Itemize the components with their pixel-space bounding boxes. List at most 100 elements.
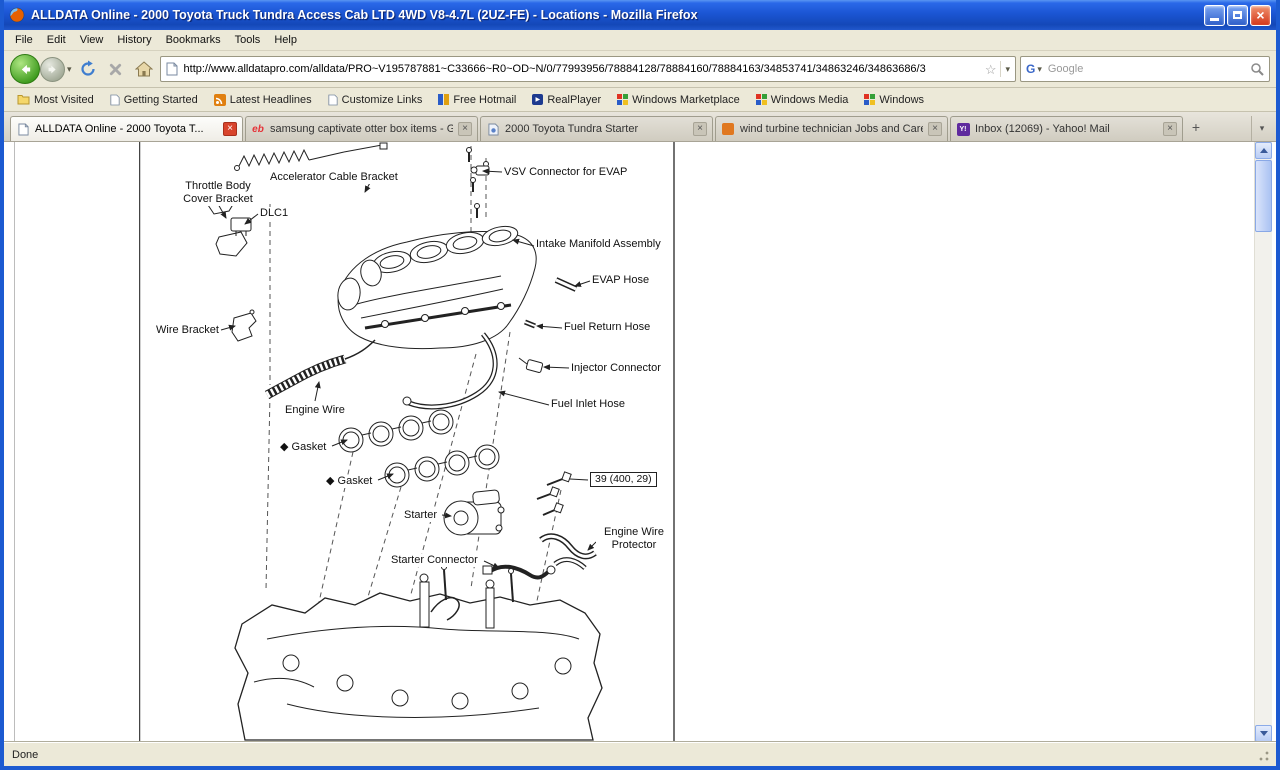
diagram-label-engine-wire: Engine Wire xyxy=(285,404,345,417)
maximize-button[interactable] xyxy=(1227,5,1248,26)
home-icon xyxy=(135,61,153,77)
bookmark-label: Latest Headlines xyxy=(230,94,312,106)
bookmark-label: Free Hotmail xyxy=(453,94,516,106)
diagram-label-starter: Starter xyxy=(404,509,437,522)
search-magnifier-icon[interactable] xyxy=(1250,62,1264,76)
url-input[interactable] xyxy=(182,62,981,76)
close-button[interactable]: × xyxy=(1250,5,1271,26)
forward-arrow-icon xyxy=(47,64,58,75)
google-engine-icon[interactable]: G xyxy=(1026,62,1035,76)
windows-flag-icon xyxy=(617,94,628,105)
tab-bar: ALLDATA Online - 2000 Toyota T... × eb s… xyxy=(4,112,1276,142)
tab-close-icon[interactable]: × xyxy=(1163,122,1177,136)
tab-label: 2000 Toyota Tundra Starter xyxy=(505,123,688,135)
back-button[interactable] xyxy=(10,54,40,84)
menu-history[interactable]: History xyxy=(110,31,158,49)
tab-yahoo-mail[interactable]: Y! Inbox (12069) - Yahoo! Mail × xyxy=(950,116,1183,141)
menu-tools[interactable]: Tools xyxy=(228,31,268,49)
bookmark-windows[interactable]: Windows xyxy=(857,92,931,108)
site-favicon xyxy=(166,62,178,76)
bookmark-label: Most Visited xyxy=(34,94,94,106)
bookmark-free-hotmail[interactable]: Free Hotmail xyxy=(431,92,523,108)
tab-tundra-starter[interactable]: 2000 Toyota Tundra Starter × xyxy=(480,116,713,141)
menu-help[interactable]: Help xyxy=(267,31,304,49)
diagram-label-accelerator-cable-bracket: Accelerator Cable Bracket xyxy=(270,171,398,184)
resize-grip[interactable] xyxy=(1258,750,1270,762)
diagram-label-fuel-inlet-hose: Fuel Inlet Hose xyxy=(551,398,625,411)
scrollbar-thumb[interactable] xyxy=(1255,160,1272,232)
tab-close-icon[interactable]: × xyxy=(458,122,472,136)
menu-bookmarks[interactable]: Bookmarks xyxy=(159,31,228,49)
bookmark-windows-media[interactable]: Windows Media xyxy=(749,92,856,108)
bookmark-latest-headlines[interactable]: Latest Headlines xyxy=(207,92,319,108)
jobs-site-favicon xyxy=(721,122,735,136)
menu-view[interactable]: View xyxy=(73,31,111,49)
vertical-scrollbar[interactable] xyxy=(1254,142,1272,742)
scroll-down-button[interactable] xyxy=(1255,725,1272,742)
windows-flag-icon xyxy=(864,94,875,105)
diagram-ref-callout: 39 (400, 29) xyxy=(590,472,657,487)
bookmark-label: Windows xyxy=(879,94,924,106)
diagram-label-injector-connector: Injector Connector xyxy=(571,362,661,375)
tab-close-icon[interactable]: × xyxy=(928,122,942,136)
bookmark-label: Getting Started xyxy=(124,94,198,106)
search-bar[interactable]: G ▾ xyxy=(1020,56,1270,82)
diagram-label-fuel-return-hose: Fuel Return Hose xyxy=(564,321,650,334)
tab-label: wind turbine technician Jobs and Care... xyxy=(740,123,923,135)
diagram-label-intake-manifold: Intake Manifold Assembly xyxy=(536,238,661,251)
reload-icon xyxy=(79,60,97,78)
search-input[interactable] xyxy=(1046,62,1246,76)
page-icon xyxy=(328,94,338,106)
diagram-label-throttle-body-cover-bracket: Throttle Body Cover Bracket xyxy=(176,180,260,206)
location-bar[interactable]: ☆ ▾ xyxy=(160,56,1016,82)
minimize-icon xyxy=(1210,18,1219,21)
firefox-window: ALLDATA Online - 2000 Toyota Truck Tundr… xyxy=(0,0,1280,770)
menu-edit[interactable]: Edit xyxy=(40,31,73,49)
tab-alldata[interactable]: ALLDATA Online - 2000 Toyota T... × xyxy=(10,116,243,141)
bookmark-star-icon[interactable]: ☆ xyxy=(985,63,997,76)
titlebar[interactable]: ALLDATA Online - 2000 Toyota Truck Tundr… xyxy=(4,0,1276,30)
diagram-label-gasket-2: ◆ Gasket xyxy=(326,475,372,488)
tab-wind-turbine-jobs[interactable]: wind turbine technician Jobs and Care...… xyxy=(715,116,948,141)
scroll-down-icon xyxy=(1260,731,1268,736)
bookmark-getting-started[interactable]: Getting Started xyxy=(103,92,205,108)
reload-button[interactable] xyxy=(76,57,100,81)
minimize-button[interactable] xyxy=(1204,5,1225,26)
diagram-label-engine-wire-protector: Engine Wire Protector xyxy=(596,526,672,552)
search-engine-dropdown[interactable]: ▾ xyxy=(1037,64,1042,75)
tab-close-icon[interactable]: × xyxy=(223,122,237,136)
home-button[interactable] xyxy=(132,57,156,81)
bookmark-windows-marketplace[interactable]: Windows Marketplace xyxy=(610,92,747,108)
folder-icon xyxy=(17,94,30,105)
forward-button[interactable] xyxy=(40,57,65,82)
rss-icon xyxy=(214,94,226,106)
bookmark-label: Windows Media xyxy=(771,94,849,106)
history-dropdown[interactable]: ▾ xyxy=(67,64,72,75)
menu-file[interactable]: File xyxy=(8,31,40,49)
page-icon xyxy=(110,94,120,106)
tab-label: Inbox (12069) - Yahoo! Mail xyxy=(975,123,1158,135)
list-all-tabs-button[interactable]: ▾ xyxy=(1251,116,1272,141)
diagram-label-gasket-1: ◆ Gasket xyxy=(280,441,326,454)
diagram-label-wire-bracket: Wire Bracket xyxy=(156,324,219,337)
tab-ebay[interactable]: eb samsung captivate otter box items - G… xyxy=(245,116,478,141)
location-dropdown[interactable]: ▾ xyxy=(1000,61,1010,77)
new-tab-button[interactable]: + xyxy=(1185,116,1207,138)
window-title: ALLDATA Online - 2000 Toyota Truck Tundr… xyxy=(31,8,1198,22)
scroll-up-icon xyxy=(1260,148,1268,153)
bookmark-customize-links[interactable]: Customize Links xyxy=(321,92,430,108)
bookmark-realplayer[interactable]: ▶ RealPlayer xyxy=(525,92,608,108)
tab-close-icon[interactable]: × xyxy=(693,122,707,136)
realplayer-icon: ▶ xyxy=(532,94,543,105)
stop-button[interactable] xyxy=(104,57,128,81)
menu-bar: File Edit View History Bookmarks Tools H… xyxy=(4,30,1276,51)
diagram-label-evap-hose: EVAP Hose xyxy=(592,274,649,287)
tab-label: ALLDATA Online - 2000 Toyota T... xyxy=(35,123,218,135)
engine-parts-diagram xyxy=(139,142,675,742)
bookmark-most-visited[interactable]: Most Visited xyxy=(10,92,101,108)
maximize-icon xyxy=(1233,11,1242,19)
hotmail-icon xyxy=(438,94,449,105)
page-left-border xyxy=(14,142,15,742)
scroll-up-button[interactable] xyxy=(1255,142,1272,159)
yahoo-favicon: Y! xyxy=(956,122,970,136)
